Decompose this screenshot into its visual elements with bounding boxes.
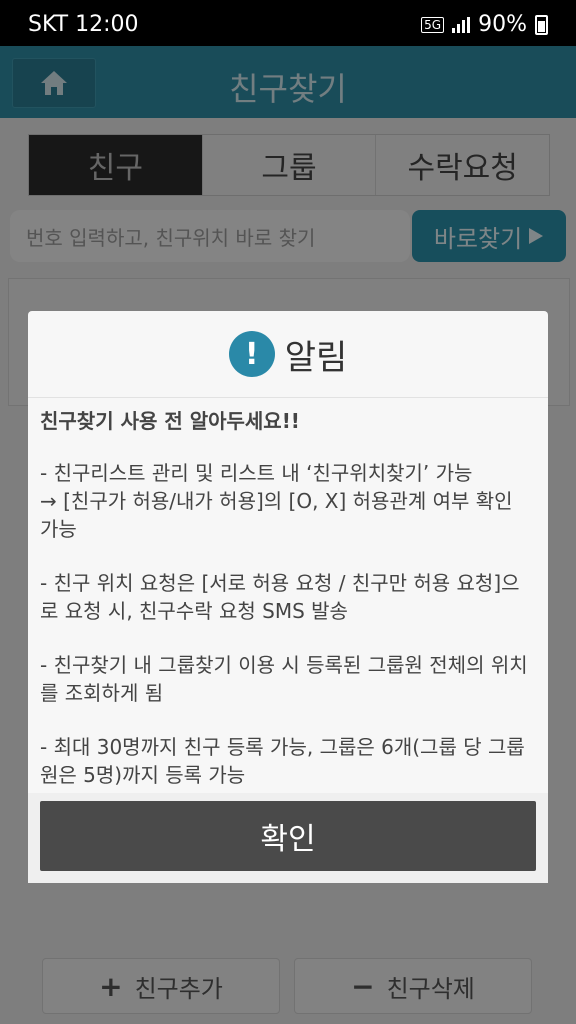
dialog-paragraph: - 최대 30명까지 친구 등록 가능, 그룹은 6개(그룹 당 그룹원은 5명… <box>40 735 525 787</box>
dialog-paragraph: - 친구찾기 내 그룹찾기 이용 시 등록된 그룹원 전체의 위치를 조회하게 … <box>40 653 528 705</box>
clock-text: 12:00 <box>75 12 139 37</box>
status-bar: SKT 12:00 5G 90% <box>0 0 576 46</box>
dialog-paragraph: - 친구 위치 요청은 [서로 허용 요청 / 친구만 허용 요청]으로 요청 … <box>40 571 520 623</box>
battery-percent: 90% <box>478 12 527 37</box>
dialog-footer: 확인 <box>28 793 548 883</box>
dialog-heading: 친구찾기 사용 전 알아두세요!! <box>40 409 300 433</box>
notice-dialog: ! 알림 친구찾기 사용 전 알아두세요!! - 친구리스트 관리 및 리스트 … <box>28 311 548 883</box>
dialog-paragraph: - 친구리스트 관리 및 리스트 내 ‘친구위치찾기’ 가능 → [친구가 허용… <box>40 461 513 541</box>
dialog-title: 알림 <box>284 337 348 378</box>
exclamation-icon: ! <box>228 331 275 377</box>
carrier-text: SKT <box>28 12 69 37</box>
confirm-button[interactable]: 확인 <box>40 801 536 871</box>
signal-icon <box>452 16 471 33</box>
dialog-body[interactable]: 친구찾기 사용 전 알아두세요!! - 친구리스트 관리 및 리스트 내 ‘친구… <box>40 407 536 787</box>
battery-icon <box>535 14 548 35</box>
dialog-header: ! 알림 <box>28 311 548 398</box>
network-badge: 5G <box>421 16 445 33</box>
